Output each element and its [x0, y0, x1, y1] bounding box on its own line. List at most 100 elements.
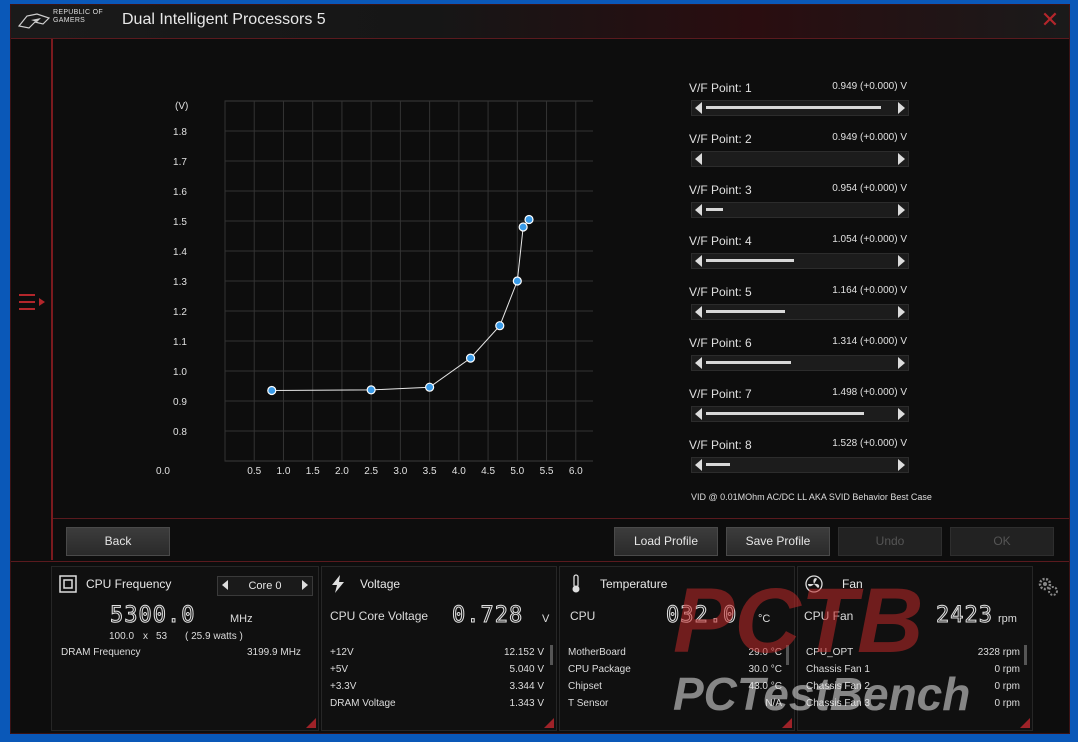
- slider-fill: [706, 208, 723, 211]
- vf-curve-point[interactable]: [524, 214, 534, 225]
- vf-point-slider[interactable]: [691, 202, 909, 218]
- vf-point-label: V/F Point: 4: [689, 234, 752, 248]
- menu-icon[interactable]: [17, 291, 47, 313]
- y-tick-label: 1.7: [173, 157, 187, 168]
- vf-point-value: 1.498 (+0.000) V: [832, 387, 907, 398]
- expand-corner-icon[interactable]: [782, 718, 792, 728]
- decrease-arrow-icon[interactable]: [695, 255, 702, 267]
- vf-curve-point[interactable]: [512, 276, 522, 286]
- y-tick-label: 1.5: [173, 217, 187, 228]
- vf-point-label: V/F Point: 3: [689, 183, 752, 197]
- cpu-frequency-panel: CPU Frequency Core 0 5300.0 MHz 100.0 x …: [51, 566, 319, 731]
- core-next-icon[interactable]: [302, 580, 308, 590]
- sensor-label: DRAM Voltage: [330, 698, 396, 709]
- decrease-arrow-icon[interactable]: [695, 102, 702, 114]
- decrease-arrow-icon[interactable]: [695, 204, 702, 216]
- vf-curve-chart[interactable]: 0.0 0.5 1.0 1.5 2.0 2.5 3.0 3.5 4.0 4.5 5.0 5.5 6.0 0…: [153, 89, 593, 479]
- sensor-label: +12V: [330, 647, 354, 658]
- cpu-temp-label: CPU: [570, 609, 596, 623]
- temperature-scrollbar[interactable]: [786, 645, 789, 665]
- vf-curve-point[interactable]: [366, 385, 376, 395]
- expand-corner-icon[interactable]: [544, 718, 554, 728]
- vf-point-value: 1.054 (+0.000) V: [832, 234, 907, 245]
- load-profile-button[interactable]: Load Profile: [614, 527, 718, 556]
- core-selector-value: Core 0: [248, 580, 282, 592]
- sensor-value: 0 rpm: [994, 698, 1020, 709]
- gear-icon[interactable]: [1037, 576, 1059, 598]
- core-selector[interactable]: Core 0: [217, 576, 313, 596]
- save-profile-button[interactable]: Save Profile: [726, 527, 830, 556]
- fan-title: Fan: [842, 577, 863, 591]
- vf-curve-point[interactable]: [518, 222, 528, 232]
- vf-point-slider[interactable]: [691, 355, 909, 371]
- cpu-temp-unit: °C: [758, 613, 771, 625]
- cpu-core-voltage-unit: V: [542, 613, 550, 625]
- x-tick-label: 2.0: [335, 466, 349, 477]
- vf-point-slider[interactable]: [691, 253, 909, 269]
- core-prev-icon[interactable]: [222, 580, 228, 590]
- slider-fill: [706, 259, 794, 262]
- lightning-icon: [332, 575, 344, 593]
- decrease-arrow-icon[interactable]: [695, 408, 702, 420]
- vf-curve-point[interactable]: [465, 353, 476, 363]
- increase-arrow-icon[interactable]: [898, 408, 905, 420]
- status-panel-area: CPU Frequency Core 0 5300.0 MHz 100.0 x …: [11, 561, 1069, 734]
- increase-arrow-icon[interactable]: [898, 357, 905, 369]
- app-window: REPUBLIC OF GAMERS Dual Intelligent Proc…: [10, 4, 1070, 734]
- slider-fill: [706, 361, 791, 364]
- decrease-arrow-icon[interactable]: [695, 153, 702, 165]
- vf-point-slider[interactable]: [691, 100, 909, 116]
- dram-frequency-value: 3199.9 MHz: [247, 647, 301, 658]
- increase-arrow-icon[interactable]: [898, 204, 905, 216]
- decrease-arrow-icon[interactable]: [695, 357, 702, 369]
- vf-point-value: 0.949 (+0.000) V: [832, 81, 907, 92]
- title-bar: REPUBLIC OF GAMERS Dual Intelligent Proc…: [11, 5, 1069, 39]
- vf-point-label: V/F Point: 5: [689, 285, 752, 299]
- vf-curve-point[interactable]: [425, 382, 435, 392]
- vf-point-slider[interactable]: [691, 151, 909, 167]
- expand-corner-icon[interactable]: [1020, 718, 1030, 728]
- vf-point-value: 1.164 (+0.000) V: [832, 285, 907, 296]
- y-tick-label: 1.2: [173, 307, 187, 318]
- decrease-arrow-icon[interactable]: [695, 459, 702, 471]
- side-menu-bar: [11, 39, 53, 560]
- vf-point-label: V/F Point: 6: [689, 336, 752, 350]
- expand-corner-icon[interactable]: [306, 718, 316, 728]
- vf-point-slider[interactable]: [691, 457, 909, 473]
- increase-arrow-icon[interactable]: [898, 255, 905, 267]
- decrease-arrow-icon[interactable]: [695, 306, 702, 318]
- sensor-value: 3.344 V: [509, 681, 544, 692]
- cpu-frequency-value: 5300.0: [109, 603, 196, 629]
- cpu-fan-label: CPU Fan: [804, 609, 854, 623]
- brand-text: REPUBLIC OF GAMERS: [53, 9, 103, 24]
- vf-point-slider[interactable]: [691, 406, 909, 422]
- x-tick-label: 3.0: [393, 466, 407, 477]
- fan-scrollbar[interactable]: [1024, 645, 1027, 665]
- increase-arrow-icon[interactable]: [898, 153, 905, 165]
- vf-point-value: 1.528 (+0.000) V: [832, 438, 907, 449]
- undo-button[interactable]: Undo: [838, 527, 942, 556]
- vf-point-slider[interactable]: [691, 304, 909, 320]
- y-tick-label: 1.0: [173, 367, 187, 378]
- increase-arrow-icon[interactable]: [898, 102, 905, 114]
- sensor-label: Chipset: [568, 681, 602, 692]
- voltage-scrollbar[interactable]: [550, 645, 553, 665]
- increase-arrow-icon[interactable]: [898, 459, 905, 471]
- vf-curve-point[interactable]: [267, 385, 277, 396]
- vf-curve-point[interactable]: [495, 321, 505, 331]
- sensor-label: Chassis Fan 2: [806, 681, 870, 692]
- multiplier-x: x: [143, 631, 148, 642]
- back-button[interactable]: Back: [66, 527, 170, 556]
- slider-fill: [706, 463, 730, 466]
- sensor-value: 1.343 V: [509, 698, 544, 709]
- sensor-label: +3.3V: [330, 681, 357, 692]
- cpu-chip-icon: [59, 575, 77, 593]
- close-button[interactable]: ✕: [1039, 9, 1061, 31]
- vf-point-1: V/F Point: 1 0.949 (+0.000) V: [689, 81, 911, 127]
- increase-arrow-icon[interactable]: [898, 306, 905, 318]
- sensor-label: Chassis Fan 1: [806, 664, 870, 675]
- ok-button[interactable]: OK: [950, 527, 1054, 556]
- x-tick-label: 2.5: [364, 466, 378, 477]
- cpu-power: ( 25.9 watts ): [185, 631, 243, 642]
- thermometer-icon: [572, 574, 580, 593]
